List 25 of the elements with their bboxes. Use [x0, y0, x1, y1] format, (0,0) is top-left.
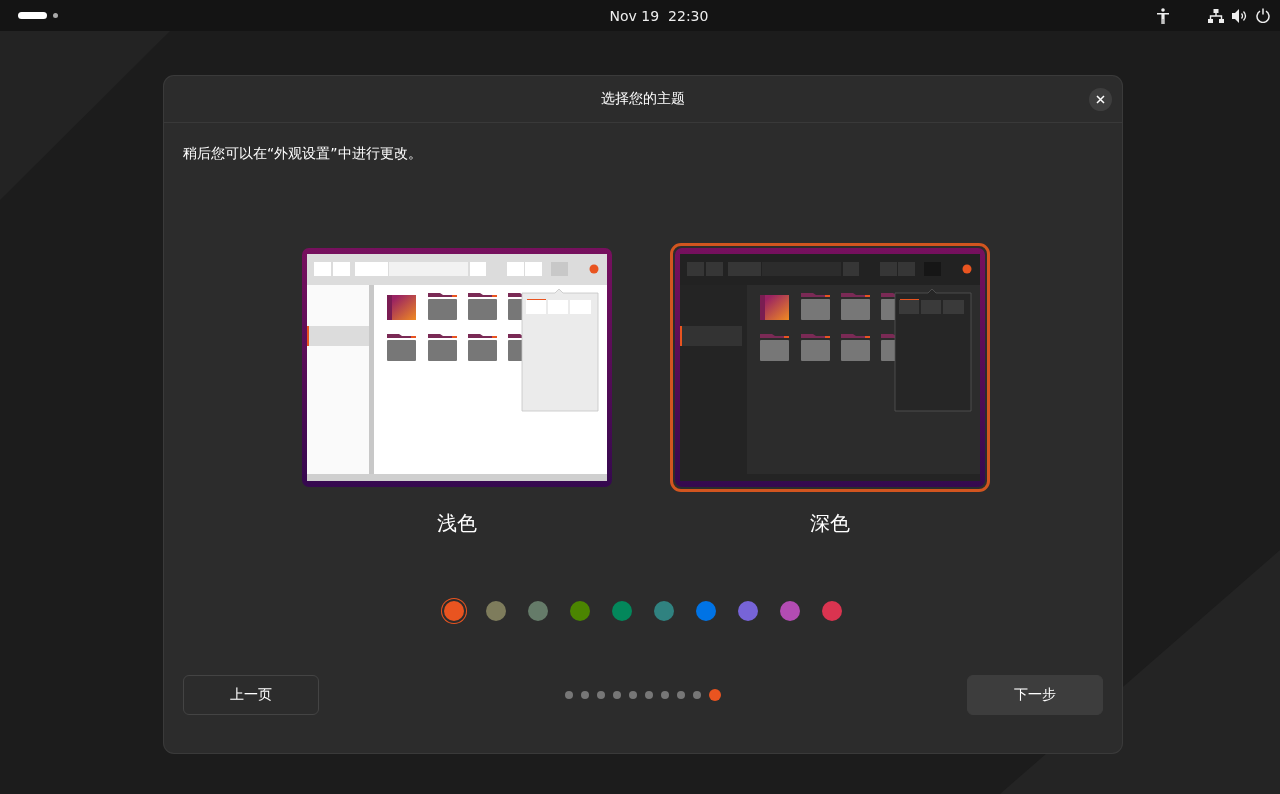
back-button[interactable]: 上一页	[183, 675, 319, 715]
accent-color-swatch[interactable]	[528, 601, 548, 621]
accessibility-icon[interactable]	[1156, 7, 1170, 24]
accent-color-swatch[interactable]	[612, 601, 632, 621]
theme-label: 深色	[809, 510, 850, 537]
close-button[interactable]	[1089, 88, 1112, 111]
accent-color-swatch[interactable]	[696, 601, 716, 621]
accent-color-swatch[interactable]	[738, 601, 758, 621]
network-icon[interactable]	[1208, 8, 1224, 23]
power-icon[interactable]	[1256, 8, 1270, 23]
clock[interactable]: Nov 19 22:30	[448, 7, 870, 24]
workspace-indicator[interactable]	[18, 12, 47, 19]
accent-color-swatch[interactable]	[654, 601, 674, 621]
accent-color-swatch[interactable]	[444, 601, 464, 621]
accent-color-swatch[interactable]	[822, 601, 842, 621]
workspace-indicator[interactable]	[53, 13, 58, 18]
close-icon	[1096, 95, 1105, 104]
accent-color-swatch[interactable]	[780, 601, 800, 621]
volume-icon[interactable]	[1232, 8, 1248, 23]
accent-color-swatch[interactable]	[486, 601, 506, 621]
dialog-subtitle: 稍后您可以在“外观设置”中进行更改。	[183, 145, 423, 163]
next-button[interactable]: 下一步	[967, 675, 1103, 715]
dialog-title: 选择您的主题	[601, 90, 685, 108]
accent-color-swatch[interactable]	[570, 601, 590, 621]
theme-label: 浅色	[436, 510, 477, 537]
